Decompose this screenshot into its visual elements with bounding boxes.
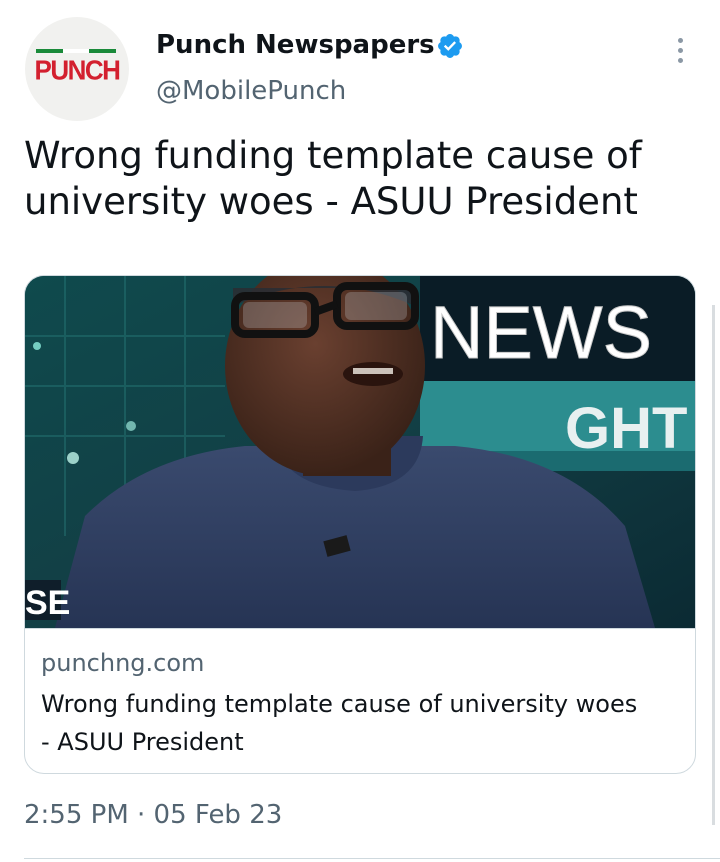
more-options-icon[interactable]: [668, 30, 692, 70]
corner-overlay-text: SE: [25, 584, 70, 622]
logo-text: PUNCH: [34, 54, 121, 86]
author-handle[interactable]: @MobilePunch: [156, 76, 346, 106]
news-photo: NEWS GHT SE: [25, 276, 695, 628]
banner-news-text: NEWS: [430, 291, 652, 374]
avatar[interactable]: PUNCH: [25, 17, 129, 121]
tweet-timestamp[interactable]: 2:55 PM · 05 Feb 23: [24, 800, 282, 830]
card-image[interactable]: NEWS GHT SE: [25, 276, 695, 628]
author-name[interactable]: Punch Newspapers: [156, 30, 435, 60]
punch-logo: PUNCH: [29, 49, 125, 89]
banner-ght-text: GHT: [565, 396, 687, 461]
card-domain: punchng.com: [41, 649, 205, 677]
verified-badge-icon: [438, 34, 462, 58]
card-meta[interactable]: punchng.com Wrong funding template cause…: [25, 628, 695, 773]
card-title: Wrong funding template cause of universi…: [41, 690, 638, 756]
tweet-text: Wrong funding template cause of universi…: [24, 134, 642, 223]
scrollbar[interactable]: [712, 305, 715, 825]
flag-stripe: [36, 49, 117, 53]
divider: [24, 858, 720, 859]
link-card[interactable]: NEWS GHT SE punchng.com Wrong funding te…: [24, 275, 696, 774]
